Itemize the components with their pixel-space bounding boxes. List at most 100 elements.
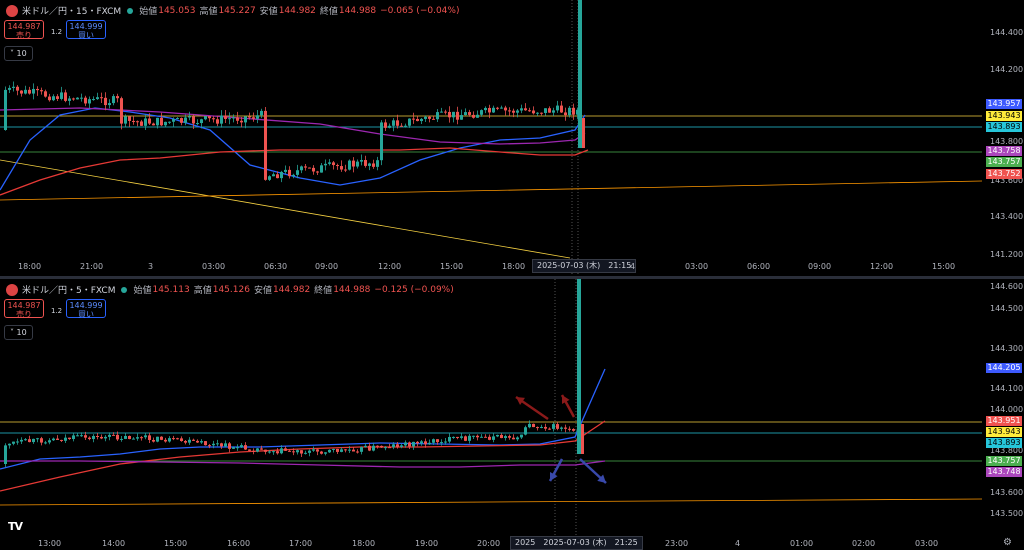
candle-body (120, 98, 123, 124)
candle-body (504, 107, 507, 111)
candle-body (140, 437, 143, 439)
candle-body (288, 450, 291, 452)
chart-canvas-15m[interactable] (0, 0, 1024, 276)
y-tick: 143.400 (990, 212, 1024, 221)
candle-body (96, 435, 99, 437)
candle-body (40, 90, 43, 92)
candle-body (128, 116, 131, 121)
candle-body (292, 174, 295, 177)
candle-body (460, 436, 463, 438)
x-tick: 09:00 (315, 262, 339, 271)
candle-body (212, 443, 215, 446)
candle-body (448, 436, 451, 442)
x-tick: 4 (735, 539, 741, 548)
candle-body (336, 165, 339, 167)
candle-body (132, 120, 135, 122)
candle-body (332, 448, 335, 450)
candle-body (44, 442, 47, 444)
price-tag: 143.757 (986, 157, 1022, 167)
candle-body (548, 108, 551, 113)
x-tick: 12:00 (870, 262, 894, 271)
candle-body (404, 125, 407, 127)
candle-body (92, 99, 95, 101)
candle-body (188, 439, 191, 443)
candle-body (488, 436, 491, 440)
candle-body (144, 435, 147, 438)
candle-body (536, 112, 539, 114)
low-label: 安値 (259, 7, 278, 17)
candle-body (492, 436, 495, 440)
candle-body (276, 174, 279, 179)
candle-body (392, 444, 395, 448)
candle-body (208, 445, 211, 447)
x-tick: 23:00 (665, 539, 689, 548)
buy-button[interactable]: 144.999 買い (66, 299, 106, 319)
y-tick: 141.200 (990, 250, 1024, 259)
low-value: 144.982 (278, 5, 316, 16)
chart-pane-15m[interactable]: 米ドル／円・15・FXCM 始値 145.053 高値 145.227 安値 144.… (0, 0, 1024, 276)
indicator-toggle[interactable]: ˅ 10 (4, 46, 33, 61)
candle-body (380, 445, 383, 448)
candle-body (208, 116, 211, 119)
candle-body (156, 436, 159, 442)
candle-body (572, 429, 575, 431)
candle-body (164, 439, 167, 442)
gear-icon[interactable]: ⚙ (1003, 537, 1012, 548)
moving-average-line (0, 107, 586, 145)
candle-body (304, 166, 307, 168)
x-tick: 3 (148, 262, 154, 271)
symbol-title[interactable]: 米ドル／円・5・FXCM (22, 283, 115, 296)
candle-body (260, 448, 263, 450)
symbol-title[interactable]: 米ドル／円・15・FXCM (22, 4, 121, 17)
candle-body (556, 424, 559, 429)
candle-body (468, 112, 471, 115)
candle-body (444, 111, 447, 113)
candle-body (348, 449, 351, 451)
indicator-count: 10 (16, 328, 27, 337)
sell-button[interactable]: 144.987 売り (4, 299, 44, 319)
candle-body (52, 438, 55, 441)
indicator-toggle[interactable]: ˅ 10 (4, 325, 33, 340)
candle-body (120, 438, 123, 440)
sell-button[interactable]: 144.987 売り (4, 20, 44, 40)
candle-body (12, 86, 15, 88)
chart-canvas-5m[interactable] (0, 279, 1024, 550)
open-label: 始値 (139, 7, 158, 17)
candle-body (540, 426, 543, 428)
crosshair-time-label: 2025-07-03 (木) 21:15 (532, 259, 637, 273)
candle-body (368, 445, 371, 451)
candle-body (184, 117, 187, 123)
x-tick: 15:00 (932, 262, 956, 271)
x-tick: 13:00 (38, 539, 62, 548)
candle-body (420, 441, 423, 444)
candle-body (104, 97, 107, 106)
candle-body (220, 443, 223, 447)
candle-body (368, 163, 371, 166)
spread-value: 1.2 (51, 28, 63, 36)
x-tick: 15:00 (440, 262, 464, 271)
crosshair-time-label: 2025 2025-07-03 (木) 21:25 (510, 536, 643, 550)
tradingview-logo: TV (8, 520, 23, 533)
x-tick: 18:00 (352, 539, 376, 548)
candle-body (484, 107, 487, 111)
candle-body (416, 119, 419, 122)
indicator-count: 10 (16, 49, 27, 58)
candle-body (272, 174, 275, 177)
candle-body (188, 116, 191, 118)
candle-body (224, 443, 227, 447)
buy-button[interactable]: 144.999 買い (66, 20, 106, 40)
candle-body (192, 439, 195, 441)
candle-body (508, 436, 511, 438)
candle-body (236, 447, 239, 449)
chart-pane-5m[interactable]: 米ドル／円・5・FXCM 始値 145.113 高値 145.126 安値 144.9… (0, 279, 1024, 550)
candle-body (420, 118, 423, 122)
candle-body (56, 438, 59, 440)
candle-body (428, 442, 431, 445)
candle-body (172, 119, 175, 122)
candle-body (440, 111, 443, 113)
candle-body (424, 116, 427, 119)
candle-body (316, 449, 319, 452)
candle-body (216, 119, 219, 124)
market-open-icon (121, 286, 128, 293)
candle-body (300, 166, 303, 171)
